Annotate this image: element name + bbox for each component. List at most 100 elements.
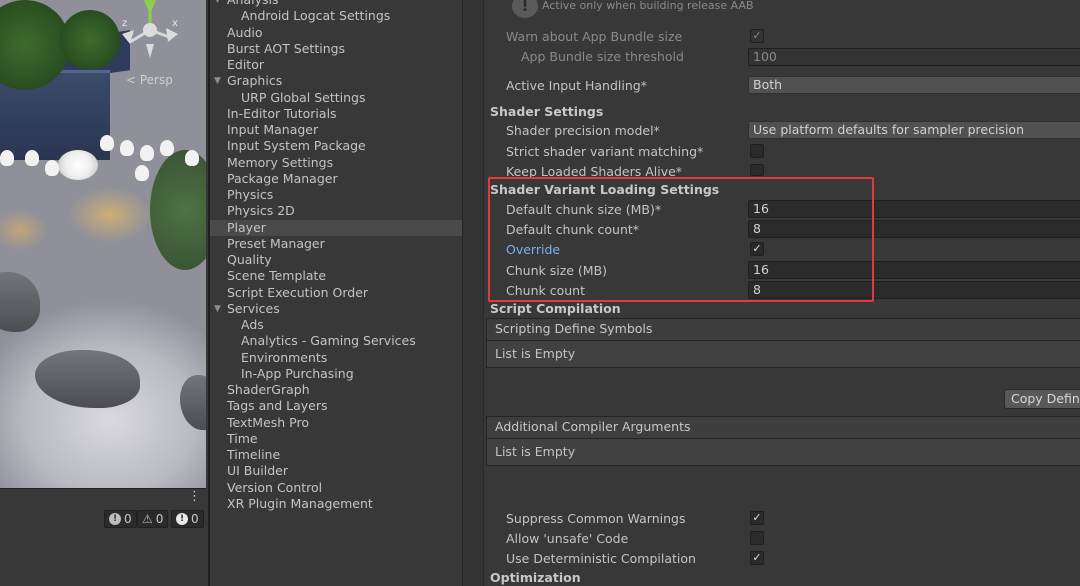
category-item[interactable]: Player: [210, 219, 464, 236]
suppress-warnings-checkbox[interactable]: ✓: [750, 511, 764, 525]
panel-splitter[interactable]: [462, 0, 484, 586]
scene-rock: [0, 272, 40, 332]
category-label: Time: [227, 430, 258, 446]
deterministic-label: Use Deterministic Compilation: [506, 551, 696, 566]
light-gizmo-icon: [0, 150, 14, 166]
category-item[interactable]: In-Editor Tutorials: [210, 106, 464, 122]
category-item[interactable]: Audio: [210, 25, 464, 41]
log-count-badge[interactable]: ! 0: [104, 510, 137, 528]
shader-precision-label: Shader precision model*: [506, 123, 660, 138]
more-menu-icon[interactable]: ⋮: [188, 490, 201, 503]
category-item[interactable]: Tags and Layers: [210, 398, 464, 414]
shader-precision-dropdown[interactable]: Use platform defaults for sampler precis…: [748, 121, 1080, 139]
category-item[interactable]: Version Control: [210, 480, 464, 496]
error-count: 0: [191, 512, 199, 526]
strict-variant-checkbox[interactable]: [750, 144, 764, 158]
light-gizmo-icon: [45, 160, 59, 176]
axis-x-label: x: [172, 18, 178, 29]
script-compilation-header: Script Compilation: [490, 301, 621, 316]
category-item[interactable]: Editor: [210, 57, 464, 73]
category-label: Analysis: [227, 0, 279, 8]
fold-arrow-icon[interactable]: ▼: [214, 73, 221, 89]
category-item[interactable]: Environments: [210, 350, 464, 366]
category-item[interactable]: Memory Settings: [210, 155, 464, 171]
light-gizmo-icon: [185, 150, 199, 166]
category-label: Input Manager: [227, 122, 319, 137]
category-label: Tags and Layers: [227, 398, 328, 414]
category-item[interactable]: Timeline: [210, 447, 464, 463]
category-label: Memory Settings: [227, 154, 334, 170]
fold-arrow-icon[interactable]: ▼: [214, 0, 221, 8]
category-label: In-Editor Tutorials: [227, 105, 337, 121]
category-item[interactable]: UI Builder: [210, 463, 464, 479]
category-label: URP Global Settings: [241, 89, 366, 105]
warn-app-bundle-label: Warn about App Bundle size: [506, 29, 683, 44]
category-item[interactable]: Physics: [210, 187, 464, 203]
copy-defines-button[interactable]: Copy Defines: [1004, 389, 1080, 409]
category-item[interactable]: ▼ Graphics: [210, 73, 464, 89]
app-bundle-threshold-field[interactable]: 100: [748, 48, 1080, 66]
warning-count: 0: [155, 512, 164, 526]
category-item[interactable]: Burst AOT Settings: [210, 41, 464, 57]
compiler-args-list[interactable]: List is Empty: [486, 438, 1080, 466]
error-icon: !: [176, 513, 188, 525]
deterministic-checkbox[interactable]: ✓: [750, 551, 764, 565]
strict-variant-label: Strict shader variant matching*: [506, 144, 704, 159]
category-item[interactable]: Time: [210, 431, 464, 447]
category-item[interactable]: TextMesh Pro: [210, 415, 464, 431]
category-label: Editor: [227, 57, 264, 72]
category-label: UI Builder: [227, 463, 289, 479]
category-label: Ads: [241, 317, 264, 332]
category-label: Analytics - Gaming Services: [241, 333, 416, 349]
category-item[interactable]: Scene Template: [210, 268, 464, 284]
error-count-badge[interactable]: ! 0: [171, 510, 204, 528]
category-item[interactable]: In-App Purchasing: [210, 366, 464, 382]
category-label: Script Execution Order: [227, 284, 369, 300]
light-gizmo-icon: [135, 165, 149, 181]
compiler-args-list-header: Additional Compiler Arguments: [486, 416, 1080, 438]
category-label: Version Control: [227, 479, 323, 495]
info-icon: !: [109, 513, 121, 525]
allow-unsafe-label: Allow 'unsafe' Code: [506, 531, 629, 546]
scene-panel: z x < Persp ⋮ ! 0 ⚠ 0 ! 0: [0, 0, 206, 586]
warning-count-badge[interactable]: ⚠ 0: [137, 510, 169, 528]
scene-viewport[interactable]: z x < Persp: [0, 0, 206, 488]
axis-gizmo[interactable]: z x: [120, 0, 184, 60]
category-label: ShaderGraph: [227, 382, 310, 397]
define-symbols-list[interactable]: List is Empty: [486, 340, 1080, 368]
category-item[interactable]: Analytics - Gaming Services: [210, 333, 464, 349]
category-item[interactable]: Quality: [210, 252, 464, 268]
allow-unsafe-checkbox[interactable]: [750, 531, 764, 545]
category-item[interactable]: Script Execution Order: [210, 285, 464, 301]
projection-label[interactable]: < Persp: [126, 73, 173, 87]
scene-tree: [150, 150, 206, 270]
active-input-dropdown[interactable]: Both: [748, 76, 1080, 94]
category-item[interactable]: ▼ Analysis: [210, 0, 464, 8]
keep-loaded-label: Keep Loaded Shaders Alive*: [506, 164, 683, 177]
shader-settings-header: Shader Settings: [490, 104, 604, 119]
category-item[interactable]: ShaderGraph: [210, 382, 464, 398]
category-label: Package Manager: [227, 170, 338, 186]
category-label: Android Logcat Settings: [241, 8, 391, 24]
category-item[interactable]: XR Plugin Management: [210, 496, 464, 512]
category-item[interactable]: Physics 2D: [210, 203, 464, 219]
category-item[interactable]: Ads: [210, 317, 464, 333]
scene-rock: [180, 375, 206, 430]
category-item[interactable]: ▼ Services: [210, 301, 464, 317]
category-item[interactable]: Preset Manager: [210, 236, 464, 252]
category-item[interactable]: Input System Package: [210, 138, 464, 154]
light-gizmo-icon: [25, 150, 39, 166]
category-item[interactable]: Input Manager: [210, 122, 464, 138]
category-label: Input System Package: [227, 138, 366, 154]
highlight-annotation: [488, 177, 874, 302]
category-label: Scene Template: [227, 268, 327, 284]
category-item[interactable]: URP Global Settings: [210, 90, 464, 106]
console-toolbar: [0, 488, 206, 586]
warn-app-bundle-checkbox[interactable]: ✓: [750, 29, 764, 43]
settings-category-list: ▼ AnalysisAndroid Logcat SettingsAudioBur…: [208, 0, 464, 586]
fold-arrow-icon[interactable]: ▼: [214, 301, 221, 317]
category-item[interactable]: Android Logcat Settings: [210, 8, 464, 24]
keep-loaded-checkbox[interactable]: [750, 164, 764, 176]
category-item[interactable]: Package Manager: [210, 171, 464, 187]
category-label: TextMesh Pro: [227, 414, 309, 430]
